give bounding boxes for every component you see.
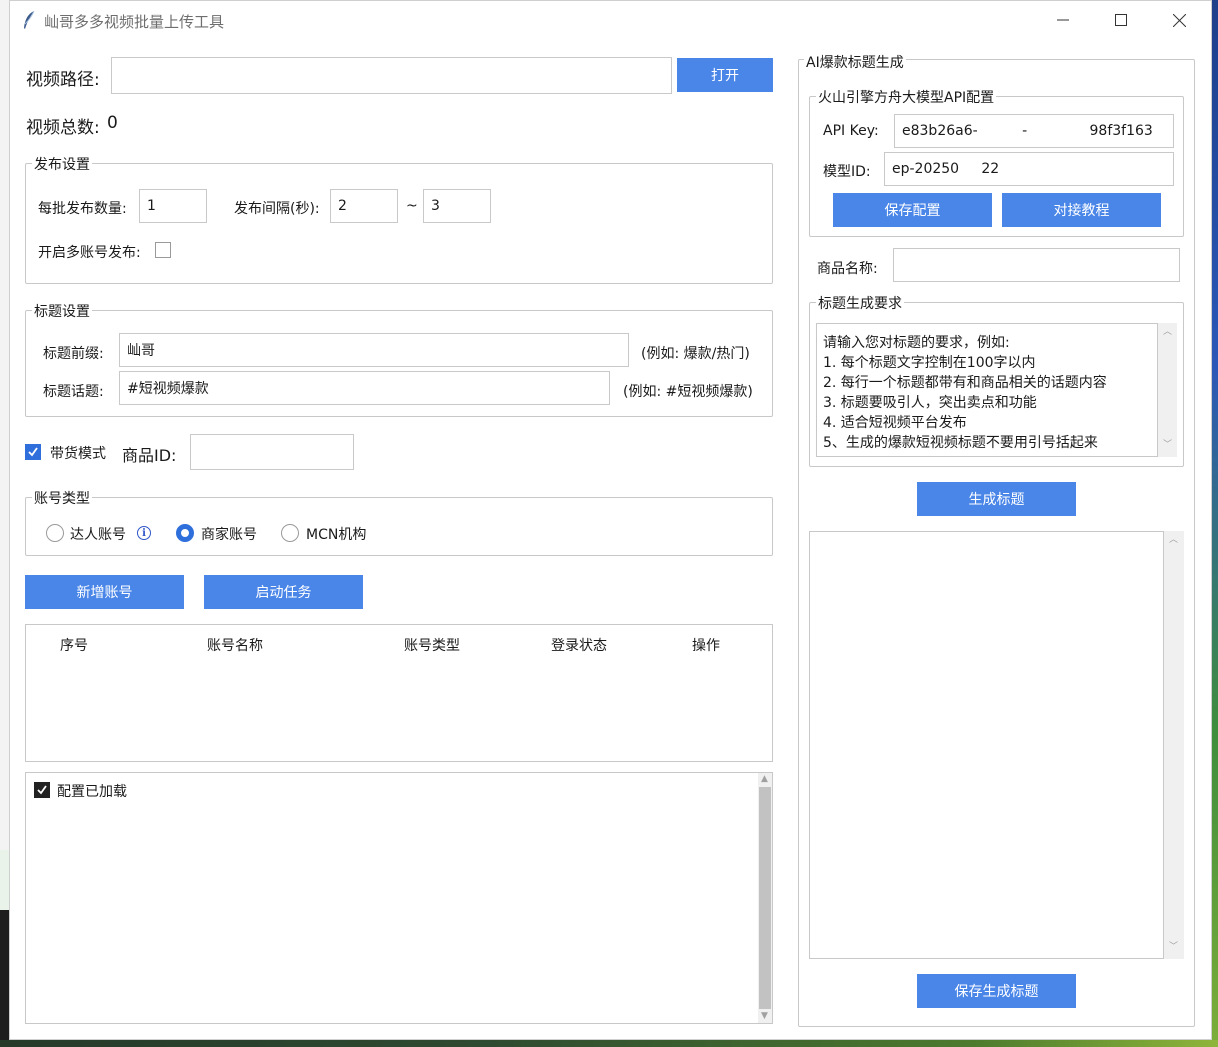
title-topic-input[interactable]	[119, 371, 610, 405]
config-loaded-checkbox	[34, 782, 50, 798]
scroll-up-icon[interactable]: ▲	[761, 775, 768, 784]
goods-id-input[interactable]	[190, 434, 354, 470]
open-button[interactable]: 打开	[677, 58, 773, 92]
publish-settings-group: 发布设置 每批发布数量: 发布间隔(秒): ~ 开启多账号发布:	[25, 154, 773, 284]
model-id-input[interactable]	[884, 152, 1174, 186]
minimize-icon	[1057, 19, 1069, 21]
generate-titles-button[interactable]: 生成标题	[917, 482, 1076, 516]
log-scrollbar[interactable]: ▲ ▼	[758, 773, 772, 1023]
account-type-group: 账号类型 达人账号 i 商家账号 MCN机构	[25, 488, 773, 556]
generated-titles-output[interactable]	[809, 531, 1164, 959]
requirements-line: 3. 标题要吸引人，突出卖点和功能	[823, 395, 1037, 411]
save-generated-titles-button[interactable]: 保存生成标题	[917, 974, 1076, 1008]
save-config-button[interactable]: 保存配置	[833, 193, 992, 227]
product-name-input[interactable]	[893, 248, 1180, 282]
ai-title-legend: AI爆款标题生成	[804, 52, 906, 72]
requirements-line: 5、生成的爆款短视频标题不要用引号括起来	[823, 435, 1098, 451]
log-line: 配置已加载	[57, 784, 127, 800]
goods-id-label: 商品ID:	[122, 446, 177, 465]
desktop-dark-area	[0, 910, 9, 1040]
table-header-account-name[interactable]: 账号名称	[207, 635, 263, 655]
info-icon[interactable]: i	[137, 526, 151, 540]
interval-label: 发布间隔(秒):	[234, 201, 320, 217]
desktop-left-edge	[0, 0, 9, 1040]
log-scroll-thumb[interactable]	[759, 787, 771, 1009]
title-prefix-hint: (例如: 爆款/热门)	[641, 346, 750, 362]
radio-talent-label: 达人账号	[70, 527, 126, 543]
requirements-line: 4. 适合短视频平台发布	[823, 415, 967, 431]
api-config-legend: 火山引擎方舟大模型API配置	[816, 87, 997, 107]
scroll-up-icon[interactable]: ︿	[1163, 328, 1172, 337]
api-key-input[interactable]	[894, 114, 1174, 148]
scroll-down-icon[interactable]: ▼	[761, 1012, 768, 1021]
requirements-line: 请输入您对标题的要求，例如:	[823, 335, 1010, 351]
add-account-button[interactable]: 新增账号	[25, 575, 184, 609]
output-scrollbar[interactable]: ︿ ﹀	[1164, 531, 1184, 959]
app-window: 屾哥多多视频批量上传工具 视频路径: 打开 视频总数: 0 发布设置 每批发布数…	[9, 0, 1212, 1040]
table-header-account-type[interactable]: 账号类型	[404, 635, 460, 655]
interval-min-input[interactable]	[330, 189, 398, 223]
product-name-label: 商品名称:	[817, 261, 878, 277]
radio-merchant-account[interactable]	[176, 524, 194, 542]
batch-count-label: 每批发布数量:	[38, 201, 127, 217]
goods-mode-label: 带货模式	[50, 446, 106, 462]
title-bar[interactable]: 屾哥多多视频批量上传工具	[10, 1, 1211, 39]
radio-merchant-label: 商家账号	[201, 527, 257, 543]
radio-mcn-label: MCN机构	[306, 527, 367, 543]
video-path-label: 视频路径:	[26, 70, 100, 90]
video-count-value: 0	[107, 113, 118, 133]
feather-icon	[24, 10, 35, 29]
title-settings-legend: 标题设置	[32, 301, 92, 321]
requirements-group: 标题生成要求 请输入您对标题的要求，例如: 1. 每个标题文字控制在100字以内…	[809, 293, 1184, 467]
scroll-up-icon[interactable]: ︿	[1169, 536, 1178, 545]
minimize-button[interactable]	[1040, 5, 1086, 35]
window-title: 屾哥多多视频批量上传工具	[44, 13, 225, 31]
account-type-legend: 账号类型	[32, 488, 92, 508]
interval-tilde: ~	[406, 198, 418, 214]
table-header-login-status[interactable]: 登录状态	[551, 635, 607, 655]
publish-settings-legend: 发布设置	[32, 154, 92, 174]
radio-mcn[interactable]	[281, 524, 299, 542]
title-prefix-label: 标题前缀:	[43, 346, 104, 362]
check-icon	[28, 447, 38, 457]
start-task-button[interactable]: 启动任务	[204, 575, 363, 609]
desktop-wallpaper-bottom	[0, 1040, 1218, 1047]
scroll-down-icon[interactable]: ﹀	[1163, 441, 1172, 450]
maximize-icon	[1115, 14, 1127, 26]
multi-account-checkbox[interactable]	[155, 242, 171, 258]
close-button[interactable]	[1156, 5, 1202, 35]
interval-max-input[interactable]	[423, 189, 491, 223]
requirements-legend: 标题生成要求	[816, 293, 904, 313]
close-icon	[1172, 13, 1186, 27]
ai-title-group: AI爆款标题生成 火山引擎方舟大模型API配置 API Key: 模型ID: 保…	[798, 52, 1195, 1027]
requirements-line: 2. 每行一个标题都带有和商品相关的话题内容	[823, 375, 1107, 391]
table-header-index[interactable]: 序号	[60, 635, 88, 655]
title-topic-hint: (例如: #短视频爆款)	[623, 384, 753, 400]
accounts-table[interactable]: 序号 账号名称 账号类型 登录状态 操作	[25, 624, 773, 762]
log-panel[interactable]: 配置已加载 ▲ ▼	[25, 772, 773, 1024]
table-header-actions[interactable]: 操作	[692, 635, 720, 655]
maximize-button[interactable]	[1098, 5, 1144, 35]
radio-talent-account[interactable]	[46, 524, 64, 542]
desktop-strip	[0, 850, 9, 910]
title-prefix-input[interactable]	[119, 333, 629, 367]
requirements-textarea[interactable]: 请输入您对标题的要求，例如: 1. 每个标题文字控制在100字以内 2. 每行一…	[816, 323, 1158, 457]
check-icon	[37, 785, 47, 795]
requirements-scrollbar[interactable]: ︿ ﹀	[1158, 323, 1177, 457]
video-count-label: 视频总数:	[26, 118, 100, 138]
batch-count-input[interactable]	[139, 189, 207, 223]
video-path-input[interactable]	[111, 57, 672, 94]
api-key-label: API Key:	[823, 123, 879, 139]
scroll-down-icon[interactable]: ﹀	[1169, 943, 1178, 952]
api-config-group: 火山引擎方舟大模型API配置 API Key: 模型ID: 保存配置 对接教程	[809, 87, 1184, 237]
desktop-wallpaper-right	[1212, 0, 1218, 1047]
requirements-line: 1. 每个标题文字控制在100字以内	[823, 355, 1036, 371]
multi-account-label: 开启多账号发布:	[38, 245, 141, 261]
title-settings-group: 标题设置 标题前缀: (例如: 爆款/热门) 标题话题: (例如: #短视频爆款…	[25, 301, 773, 417]
title-topic-label: 标题话题:	[43, 384, 104, 400]
tutorial-button[interactable]: 对接教程	[1002, 193, 1161, 227]
model-id-label: 模型ID:	[823, 164, 871, 180]
goods-mode-checkbox[interactable]	[25, 444, 41, 460]
